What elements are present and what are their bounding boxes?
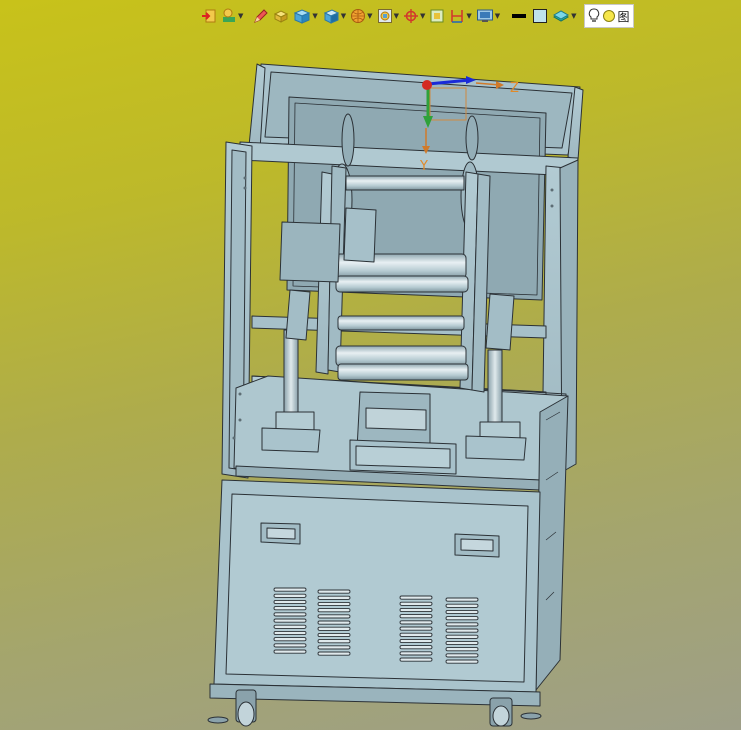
vent-slot (317, 626, 351, 631)
vent-slot (273, 649, 307, 654)
section-view-button[interactable] (428, 4, 446, 28)
vent-slot (273, 612, 307, 617)
vent-slot (399, 651, 433, 656)
vent-slot (445, 659, 479, 664)
chevron-down-icon: ▼ (393, 12, 399, 20)
solid-cube-icon (294, 9, 311, 24)
vent-slot (317, 651, 351, 656)
chevron-down-icon: ▼ (466, 12, 472, 20)
chevron-down-icon: ▼ (367, 12, 373, 20)
vent-slot (317, 632, 351, 638)
vent-slot (445, 640, 479, 646)
vent-slot (399, 595, 433, 600)
vent-slot (317, 595, 351, 600)
vent-slot (399, 632, 433, 637)
vent-slot (399, 601, 433, 606)
view-toolbar: ▼ ▼ ▼ ▼ ▼ ▼ ▼ ▼ ▼ 图 (200, 2, 741, 30)
vent-slot (273, 637, 307, 642)
vent-slot (273, 593, 307, 598)
snap-target-icon (403, 9, 418, 23)
machine-3d-model[interactable]: Z Y (0, 0, 741, 730)
vent-slot (317, 639, 351, 644)
chevron-down-icon: ▼ (238, 12, 244, 20)
display-style-icon (377, 9, 392, 23)
vent-slot (273, 643, 307, 648)
vent-slot (273, 587, 307, 592)
exit-sketch-icon (202, 9, 216, 23)
screen-capture-button[interactable]: ▼ (475, 4, 501, 28)
sun-circle-icon (602, 10, 615, 22)
snap-button[interactable]: ▼ (402, 4, 426, 28)
cad-3d-viewport[interactable]: Z Y ▼ ▼ ▼ ▼ ▼ ▼ ▼ ▼ ▼ 图 (0, 0, 741, 730)
dimension-button[interactable]: ▼ (448, 4, 472, 28)
section-view-icon (430, 9, 444, 23)
display-style-button[interactable]: ▼ (376, 4, 400, 28)
vent-slot (445, 628, 479, 633)
view-orientation-icon (323, 9, 339, 24)
vent-slot (317, 620, 351, 625)
layer-button[interactable]: ▼ (551, 4, 577, 28)
vent-slot (399, 614, 433, 619)
vent-slot (399, 645, 433, 650)
vent-slot (317, 645, 351, 650)
vent-slot (273, 630, 307, 636)
triad-y-label: Y (419, 159, 428, 174)
sketch-tools-icon (223, 8, 235, 22)
layer-icon (553, 10, 570, 22)
vent-slot (445, 647, 479, 652)
vent-slot (445, 622, 479, 627)
extrude-button[interactable] (272, 4, 290, 28)
view-mode-selector[interactable]: 图 (583, 4, 634, 28)
vent-slot (273, 606, 307, 611)
dimension-icon (451, 10, 464, 23)
vent-slot (399, 620, 433, 625)
fill-color-button[interactable] (531, 4, 549, 28)
vent-slot (445, 597, 479, 602)
view-orientation-button[interactable]: ▼ (321, 4, 347, 28)
edit-pencil-icon (254, 9, 269, 23)
chevron-down-icon: ▼ (312, 12, 318, 20)
chevron-down-icon: ▼ (571, 12, 577, 20)
vent-slot (317, 601, 351, 607)
screen-capture-icon (476, 9, 493, 22)
exit-sketch-button[interactable] (200, 4, 218, 28)
chevron-down-icon: ▼ (340, 12, 347, 20)
vent-slot (445, 603, 479, 608)
line-color-button[interactable] (509, 4, 529, 28)
solid-button[interactable]: ▼ (292, 4, 318, 28)
vent-slot (399, 607, 433, 613)
vent-slot (445, 616, 479, 621)
vent-slot (317, 589, 351, 594)
vent-slot (399, 657, 433, 662)
vent-slot (445, 609, 479, 615)
triad-z-label: Z (510, 81, 519, 96)
vent-slot (273, 599, 307, 605)
render-sphere-icon (351, 9, 366, 23)
render-button[interactable]: ▼ (349, 4, 373, 28)
vent-slot (273, 618, 307, 623)
vent-slot (273, 624, 307, 629)
extrude-block-icon (274, 10, 289, 23)
line-color-icon (512, 14, 527, 18)
fill-color-icon (533, 9, 548, 23)
lightbulb-icon (588, 8, 599, 22)
edit-button[interactable] (252, 4, 270, 28)
vent-slot (399, 626, 433, 631)
vent-slot (445, 634, 479, 639)
vent-slot (399, 638, 433, 644)
chevron-down-icon: ▼ (419, 12, 426, 20)
sketch-tools-button[interactable]: ▼ (220, 4, 244, 28)
vent-slot (445, 653, 479, 658)
view-mode-label: 图 (617, 9, 630, 24)
chevron-down-icon: ▼ (494, 12, 501, 20)
vent-slot (317, 608, 351, 613)
vent-slot (317, 614, 351, 619)
